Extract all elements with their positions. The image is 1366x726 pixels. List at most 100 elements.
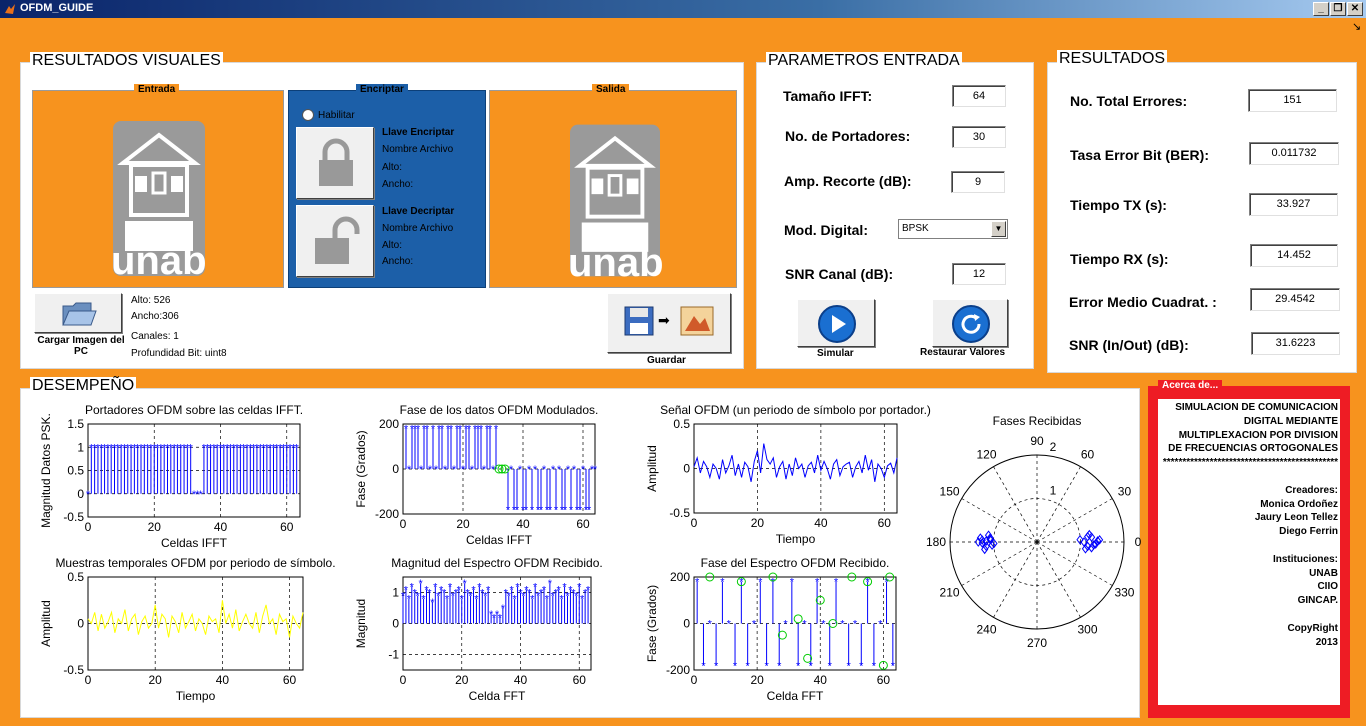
visual-results-title: RESULTADOS VISUALES xyxy=(30,52,223,70)
input-image-frame: unab xyxy=(32,90,284,288)
minimize-button[interactable]: _ xyxy=(1313,2,1329,16)
encrypt-tag: Encriptar xyxy=(356,84,408,96)
about-line: 2013 xyxy=(1315,636,1338,648)
snr-channel-input[interactable]: 12 xyxy=(952,263,1006,285)
about-line xyxy=(1158,608,1340,622)
chevron-down-icon[interactable]: ▼ xyxy=(991,221,1006,237)
modulation-select[interactable]: BPSK ▼ xyxy=(898,219,1008,239)
info-profundidad: Profundidad Bit: uint8 xyxy=(131,348,227,359)
ber-value[interactable]: 0.011732 xyxy=(1249,142,1339,165)
results-title: RESULTADOS xyxy=(1057,50,1168,68)
input-logo-text: unab xyxy=(111,239,207,283)
about-line: DIGITAL MEDIANTE xyxy=(1243,415,1338,427)
simulate-button[interactable] xyxy=(797,299,875,347)
performance-panel xyxy=(20,388,1140,718)
snr-channel-label: SNR Canal (dB): xyxy=(785,266,894,282)
modulation-label: Mod. Digital: xyxy=(784,222,868,238)
picture-icon xyxy=(680,306,714,336)
total-errors-label: No. Total Errores: xyxy=(1070,93,1188,109)
floppy-icon xyxy=(624,306,654,336)
save-button[interactable]: ➡ xyxy=(607,293,731,353)
about-line: CopyRight xyxy=(1287,622,1338,634)
close-button[interactable]: ✕ xyxy=(1347,2,1363,16)
enable-label: Habilitar xyxy=(318,110,355,121)
dec-key-file: Nombre Archivo xyxy=(382,223,454,234)
output-logo-text: unab xyxy=(568,241,664,285)
restore-button[interactable] xyxy=(932,299,1008,347)
about-line: Creadores: xyxy=(1285,484,1338,496)
mse-label: Error Medio Cuadrat. : xyxy=(1069,294,1217,310)
about-line: Monica Ordoñez xyxy=(1260,498,1338,510)
input-image: unab xyxy=(111,121,207,283)
toolbar-strip: ↘ xyxy=(0,18,1366,40)
total-errors-value[interactable]: 151 xyxy=(1248,89,1337,112)
simulate-label: Simular xyxy=(817,348,854,359)
enc-key-title: Llave Encriptar xyxy=(382,127,455,138)
window-title: OFDM_GUIDE xyxy=(20,2,94,14)
enc-key-file: Nombre Archivo xyxy=(382,144,454,155)
tx-time-label: Tiempo TX (s): xyxy=(1070,197,1167,213)
unlock-icon xyxy=(315,216,360,264)
enc-key-alto: Alto: xyxy=(382,162,403,173)
about-line: MULTIPLEXACION POR DIVISION xyxy=(1178,429,1338,441)
clip-amp-label: Amp. Recorte (dB): xyxy=(784,173,912,189)
dec-key-alto: Alto: xyxy=(382,240,403,251)
mse-value[interactable]: 29.4542 xyxy=(1250,288,1340,311)
enc-key-ancho: Ancho: xyxy=(382,179,414,190)
matlab-logo-icon xyxy=(5,4,15,14)
info-alto: Alto: 526 xyxy=(131,295,171,306)
performance-title: DESEMPEÑO xyxy=(30,377,137,395)
about-line: DE FRECUENCIAS ORTOGONALES xyxy=(1168,443,1338,455)
about-line: CIIO xyxy=(1317,581,1338,593)
ber-label: Tasa Error Bit (BER): xyxy=(1070,147,1209,163)
info-canales: Canales: 1 xyxy=(131,331,179,342)
dec-key-ancho: Ancho: xyxy=(382,256,414,267)
snr-io-label: SNR (In/Out) (dB): xyxy=(1069,337,1189,353)
info-ancho: Ancho:306 xyxy=(131,311,179,322)
about-tag: Acerca de... xyxy=(1158,380,1223,392)
folder-icon xyxy=(62,302,97,326)
about-line: SIMULACION DE COMUNICACION xyxy=(1175,402,1338,413)
snr-io-value[interactable]: 31.6223 xyxy=(1251,332,1340,355)
lock-icon xyxy=(319,138,353,186)
title-bar: OFDM_GUIDE _ ❐ ✕ xyxy=(0,0,1366,18)
restore-label: Restaurar Valores xyxy=(920,347,1006,358)
about-text: SIMULACION DE COMUNICACION DIGITAL MEDIAN… xyxy=(1158,401,1340,649)
about-line: GINCAP. xyxy=(1297,595,1338,607)
refresh-icon xyxy=(952,305,990,343)
ifft-size-input[interactable]: 64 xyxy=(952,85,1006,107)
about-line xyxy=(1158,539,1340,553)
dec-key-title: Llave Decriptar xyxy=(382,206,455,217)
clip-amp-input[interactable]: 9 xyxy=(951,171,1005,193)
ifft-size-label: Tamaño IFFT: xyxy=(783,88,873,104)
enable-radio[interactable] xyxy=(302,109,314,121)
about-line: UNAB xyxy=(1309,567,1338,579)
output-image-frame: unab xyxy=(489,90,737,288)
about-line: Jaury Leon Tellez xyxy=(1254,512,1338,524)
input-tag: Entrada xyxy=(134,84,180,96)
save-label: Guardar xyxy=(647,355,686,366)
encrypt-key-button[interactable] xyxy=(296,127,374,199)
about-panel: SIMULACION DE COMUNICACION DIGITAL MEDIAN… xyxy=(1148,386,1350,718)
about-line xyxy=(1158,470,1340,484)
about-content: SIMULACION DE COMUNICACION DIGITAL MEDIAN… xyxy=(1158,399,1340,705)
play-icon xyxy=(818,305,856,343)
modulation-value: BPSK xyxy=(902,223,929,234)
rx-time-value[interactable]: 14.452 xyxy=(1250,244,1338,267)
about-line: ****************************************… xyxy=(1162,457,1338,469)
carriers-label: No. de Portadores: xyxy=(785,128,911,144)
about-line: Diego Ferrin xyxy=(1279,526,1338,538)
decrypt-key-button[interactable] xyxy=(296,205,374,277)
output-image: unab xyxy=(568,123,664,285)
params-title: PARAMETROS ENTRADA xyxy=(766,52,962,70)
output-tag: Salida xyxy=(592,84,630,96)
rx-time-label: Tiempo RX (s): xyxy=(1070,251,1169,267)
about-line: Instituciones: xyxy=(1272,553,1338,565)
arrow-right-icon: ➡ xyxy=(658,312,670,328)
resize-arrow-icon: ↘ xyxy=(1352,21,1362,33)
carriers-input[interactable]: 30 xyxy=(952,126,1006,148)
load-image-button[interactable] xyxy=(34,293,122,333)
load-image-label: Cargar Imagen del PC xyxy=(37,335,125,357)
maximize-button[interactable]: ❐ xyxy=(1330,2,1346,16)
tx-time-value[interactable]: 33.927 xyxy=(1249,193,1338,216)
